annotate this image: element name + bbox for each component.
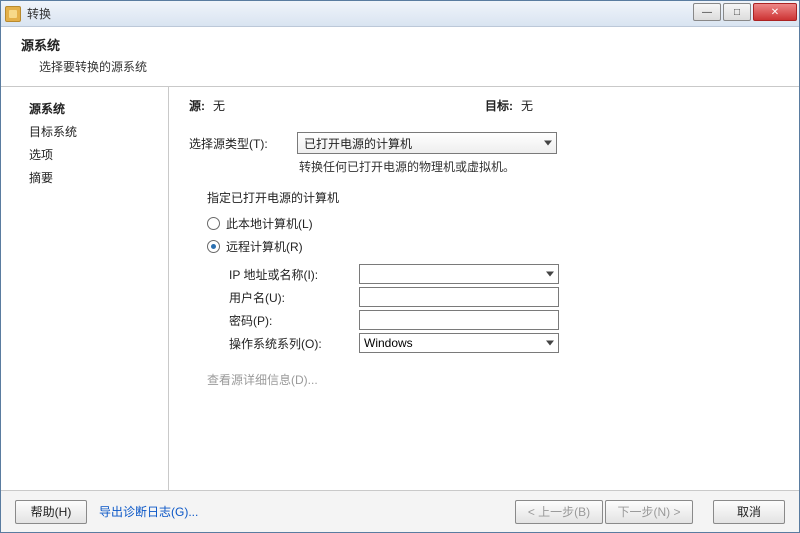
chevron-down-icon: [546, 341, 554, 346]
radio-icon: [207, 240, 220, 253]
os-value: Windows: [364, 336, 413, 350]
main-panel: 源: 无 目标: 无 选择源类型(T): 已打开电源的计算机 转换任何已打开电源…: [169, 87, 799, 490]
source-type-hint: 转换任何已打开电源的物理机或虚拟机。: [299, 158, 779, 175]
app-icon: [5, 6, 21, 22]
password-input[interactable]: [359, 310, 559, 330]
source-type-dropdown[interactable]: 已打开电源的计算机: [297, 132, 557, 154]
help-button[interactable]: 帮助(H): [15, 500, 87, 524]
view-source-details-link: 查看源详细信息(D)...: [207, 371, 779, 388]
titlebar: 转换 — □ ✕: [1, 1, 799, 27]
wizard-footer: 帮助(H) 导出诊断日志(G)... < 上一步(B) 下一步(N) > 取消: [1, 490, 799, 532]
cancel-button[interactable]: 取消: [713, 500, 785, 524]
radio-icon: [207, 217, 220, 230]
minimize-button[interactable]: —: [693, 3, 721, 21]
window-controls: — □ ✕: [693, 3, 797, 21]
powered-on-group-title: 指定已打开电源的计算机: [207, 189, 779, 206]
dest-label: 目标:: [485, 97, 513, 114]
wizard-body: 源系统 目标系统 选项 摘要 源: 无 目标: 无 选择源类型(T): 已打开电…: [1, 87, 799, 490]
dest-value: 无: [521, 97, 533, 114]
step-options[interactable]: 选项: [1, 143, 168, 166]
steps-sidebar: 源系统 目标系统 选项 摘要: [1, 87, 169, 490]
page-subtitle: 选择要转换的源系统: [39, 58, 783, 75]
status-row: 源: 无 目标: 无: [189, 97, 779, 114]
dest-status: 目标: 无: [485, 97, 533, 114]
window-title: 转换: [27, 5, 51, 22]
source-type-row: 选择源类型(T): 已打开电源的计算机: [189, 132, 779, 154]
password-label: 密码(P):: [229, 312, 359, 329]
source-value: 无: [213, 97, 225, 114]
radio-group-machine: 此本地计算机(L) 远程计算机(R): [207, 212, 779, 258]
close-button[interactable]: ✕: [753, 3, 797, 21]
export-diagnostic-log-link[interactable]: 导出诊断日志(G)...: [99, 503, 198, 520]
os-row: 操作系统系列(O): Windows: [229, 333, 779, 353]
radio-local-row[interactable]: 此本地计算机(L): [207, 212, 779, 235]
chevron-down-icon: [544, 141, 552, 146]
ip-row: IP 地址或名称(I):: [229, 264, 779, 284]
step-target-system[interactable]: 目标系统: [1, 120, 168, 143]
ip-input[interactable]: [359, 264, 559, 284]
source-type-value: 已打开电源的计算机: [304, 135, 412, 152]
cancel-wrap: 取消: [713, 500, 785, 524]
username-row: 用户名(U):: [229, 287, 779, 307]
username-input[interactable]: [359, 287, 559, 307]
step-source-system[interactable]: 源系统: [1, 97, 168, 120]
source-label: 源:: [189, 97, 205, 114]
wizard-header: 源系统 选择要转换的源系统: [1, 27, 799, 87]
radio-remote-row[interactable]: 远程计算机(R): [207, 235, 779, 258]
radio-local-label: 此本地计算机(L): [226, 215, 313, 232]
os-dropdown[interactable]: Windows: [359, 333, 559, 353]
page-title: 源系统: [21, 35, 783, 54]
nav-buttons: < 上一步(B) 下一步(N) >: [515, 500, 693, 524]
app-window: 转换 — □ ✕ 源系统 选择要转换的源系统 源系统 目标系统 选项 摘要 源:…: [0, 0, 800, 533]
ip-label: IP 地址或名称(I):: [229, 266, 359, 283]
back-button[interactable]: < 上一步(B): [515, 500, 603, 524]
os-label: 操作系统系列(O):: [229, 335, 359, 352]
maximize-button[interactable]: □: [723, 3, 751, 21]
chevron-down-icon: [546, 272, 554, 277]
source-status: 源: 无: [189, 97, 225, 114]
radio-remote-label: 远程计算机(R): [226, 238, 303, 255]
password-row: 密码(P):: [229, 310, 779, 330]
step-summary[interactable]: 摘要: [1, 166, 168, 189]
username-label: 用户名(U):: [229, 289, 359, 306]
source-type-label: 选择源类型(T):: [189, 135, 297, 152]
remote-fields: IP 地址或名称(I): 用户名(U): 密码(P): 操作系统系列(O):: [229, 264, 779, 353]
next-button[interactable]: 下一步(N) >: [605, 500, 693, 524]
